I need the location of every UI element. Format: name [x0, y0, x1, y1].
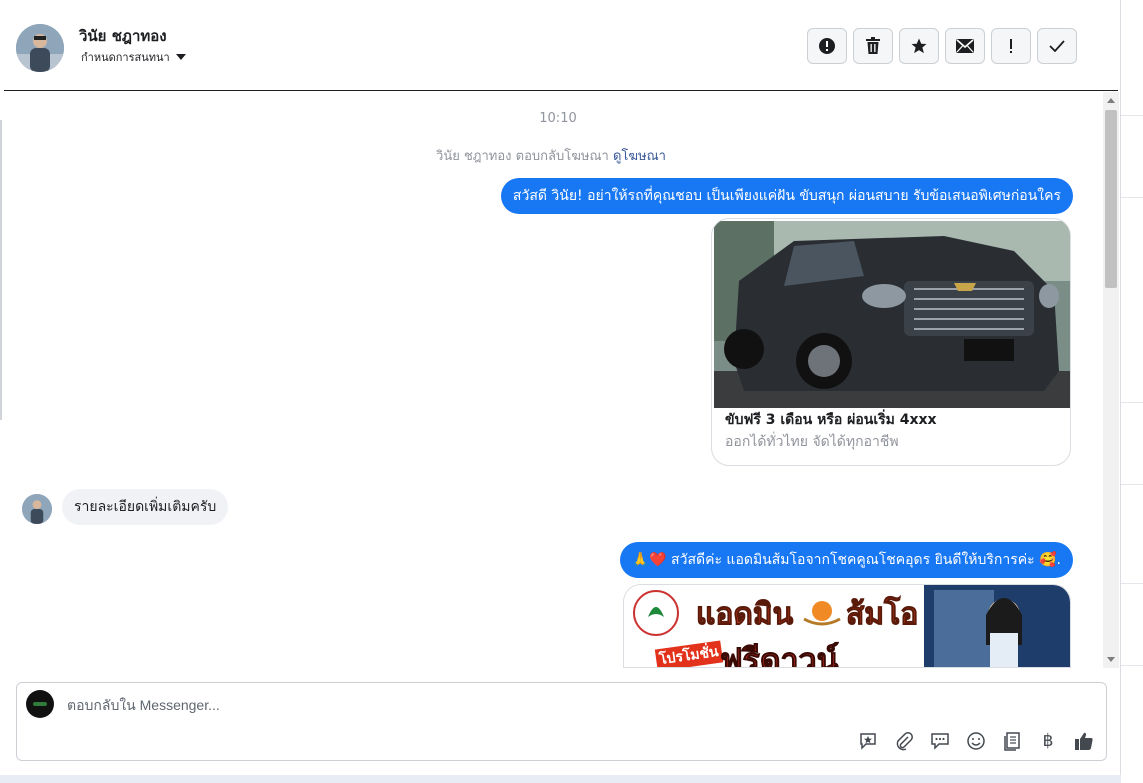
scroll-down-arrow-icon[interactable]	[1107, 657, 1115, 662]
right-sidebar-strip	[1121, 0, 1143, 783]
like-button[interactable]	[1072, 729, 1096, 753]
mark-spam-button[interactable]	[807, 28, 847, 64]
exclamation-icon	[1010, 39, 1012, 53]
chat-bubble-dots-icon	[931, 733, 949, 750]
message-thread[interactable]: 10:10 วินัย ชฎาทอง ตอบกลับโฆษณา ดูโฆษณา …	[4, 92, 1104, 668]
baht-icon: ฿	[1042, 731, 1054, 751]
star-chat-icon	[860, 733, 876, 750]
caret-down-icon	[175, 54, 186, 60]
alert-circle-icon	[819, 38, 835, 54]
star-button[interactable]	[899, 28, 939, 64]
messenger-panel: วินัย ชฎาทอง กำหนดการสนทนา 10:10 วินัย ช…	[0, 0, 1121, 775]
outgoing-message[interactable]: สวัสดี วินัย! อย่าให้รถที่คุณชอบ เป็นเพี…	[500, 178, 1073, 214]
star-icon	[911, 38, 927, 54]
panel-edge	[0, 120, 2, 420]
delete-button[interactable]	[853, 28, 893, 64]
message-timestamp: 10:10	[539, 111, 577, 126]
composer-toolbar: ฿	[856, 729, 1096, 753]
outgoing-message[interactable]: 🙏❤️ สวัสดีค่ะ แอดมินส้มโอจากโชคคูณโชคอุด…	[619, 542, 1073, 578]
page-avatar	[26, 690, 54, 718]
view-ad-link[interactable]: ดูโฆษณา	[613, 149, 666, 164]
scroll-up-arrow-icon[interactable]	[1107, 98, 1115, 103]
ad-card-subtitle: ออกได้ทั่วไทย จัดได้ทุกอาชีพ	[725, 434, 899, 450]
assign-label: กำหนดการสนทนา	[81, 51, 170, 64]
admin-banner-image[interactable]: แอดมิน ส้มโอ โปรโมชั่น ฟรีดาวน์	[623, 584, 1071, 668]
car-ad-image	[714, 221, 1070, 408]
contact-avatar[interactable]	[16, 24, 64, 72]
banner-title-text: แอดมิน	[695, 598, 794, 632]
mark-unread-button[interactable]	[945, 28, 985, 64]
reply-composer: ฿	[16, 682, 1107, 761]
contact-name[interactable]: วินัย ชฎาทอง	[79, 24, 167, 48]
payment-button[interactable]: ฿	[1036, 729, 1060, 753]
ad-card-title: ขับฟรี 3 เดือน หรือ ผ่อนเริ่ม 4xxx	[725, 412, 937, 428]
ad-reply-notice: วินัย ชฎาทอง ตอบกลับโฆษณา ดูโฆษณา	[4, 145, 1098, 166]
saved-reply-button[interactable]	[856, 729, 880, 753]
envelope-icon	[956, 39, 974, 53]
trash-icon	[866, 37, 880, 54]
catalog-button[interactable]	[1000, 729, 1024, 753]
thumbs-up-icon	[1075, 732, 1093, 750]
assign-conversation-dropdown[interactable]: กำหนดการสนทนา	[81, 48, 186, 66]
incoming-message[interactable]: รายละเอียดเพิ่มเติมครับ	[62, 489, 229, 525]
scroll-thumb[interactable]	[1105, 110, 1117, 288]
paperclip-icon	[896, 732, 913, 751]
mark-done-button[interactable]	[1037, 28, 1077, 64]
banner-name-text: ส้มโอ	[845, 598, 919, 632]
reply-input[interactable]	[65, 693, 969, 717]
quick-reply-button[interactable]	[928, 729, 952, 753]
ad-reply-text: วินัย ชฎาทอง ตอบกลับโฆษณา	[436, 149, 609, 164]
contact-avatar-small	[22, 494, 52, 524]
emoji-button[interactable]	[964, 729, 988, 753]
smiley-icon	[967, 732, 985, 750]
ad-card[interactable]: ขับฟรี 3 เดือน หรือ ผ่อนเริ่ม 4xxx ออกได…	[711, 218, 1071, 466]
check-icon	[1049, 40, 1065, 52]
attach-button[interactable]	[892, 729, 916, 753]
conversation-toolbar	[807, 28, 1077, 64]
conversation-header: วินัย ชฎาทอง กำหนดการสนทนา	[4, 4, 1118, 91]
banner-free-down-text: ฟรีดาวน์	[719, 642, 839, 668]
document-stack-icon	[1004, 732, 1020, 751]
follow-up-button[interactable]	[991, 28, 1031, 64]
thread-scrollbar[interactable]	[1103, 92, 1119, 668]
